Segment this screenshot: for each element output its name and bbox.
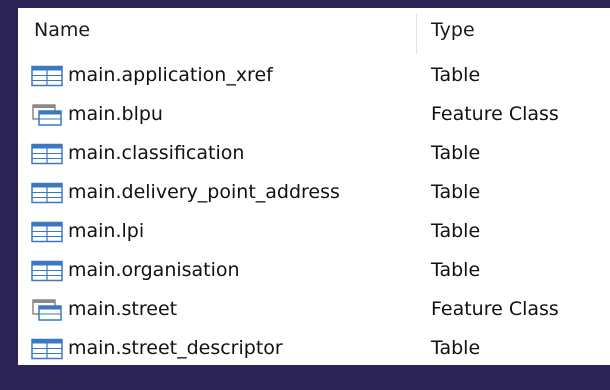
table-row[interactable]: main.classification Table (18, 134, 610, 173)
table-icon (31, 143, 63, 165)
table-icon (31, 65, 63, 87)
table-row[interactable]: main.application_xref Table (18, 56, 610, 95)
table-icon (31, 221, 63, 243)
layer-list-panel: Name Type main.application_xref Table ma… (18, 8, 610, 365)
row-type: Feature Class (431, 298, 559, 320)
row-type: Table (431, 220, 481, 242)
row-name: main.street_descriptor (68, 337, 283, 359)
row-type: Feature Class (431, 103, 559, 125)
table-row[interactable]: main.blpu Feature Class (18, 95, 610, 134)
table-row[interactable]: main.organisation Table (18, 251, 610, 290)
row-name: main.delivery_point_address (68, 181, 340, 203)
table-icon (31, 182, 63, 204)
row-type: Table (431, 337, 481, 359)
row-type: Table (431, 64, 481, 86)
row-type: Table (431, 259, 481, 281)
list-header: Name Type (18, 8, 610, 54)
row-name: main.blpu (68, 103, 163, 125)
column-header-name[interactable]: Name (34, 8, 90, 52)
table-row[interactable]: main.street Feature Class (18, 290, 610, 329)
column-header-type[interactable]: Type (431, 8, 475, 52)
feature-class-icon (32, 104, 62, 126)
row-name: main.street (68, 298, 178, 320)
row-name: main.classification (68, 142, 245, 164)
table-icon (31, 338, 63, 360)
row-name: main.lpi (68, 220, 145, 242)
column-divider[interactable] (416, 14, 417, 54)
row-type: Table (431, 142, 481, 164)
table-row[interactable]: main.lpi Table (18, 212, 610, 251)
feature-class-icon (32, 299, 62, 321)
row-type: Table (431, 181, 481, 203)
table-icon (31, 260, 63, 282)
row-name: main.application_xref (68, 64, 273, 86)
table-row[interactable]: main.street_descriptor Table (18, 329, 610, 368)
row-name: main.organisation (68, 259, 240, 281)
table-row[interactable]: main.delivery_point_address Table (18, 173, 610, 212)
